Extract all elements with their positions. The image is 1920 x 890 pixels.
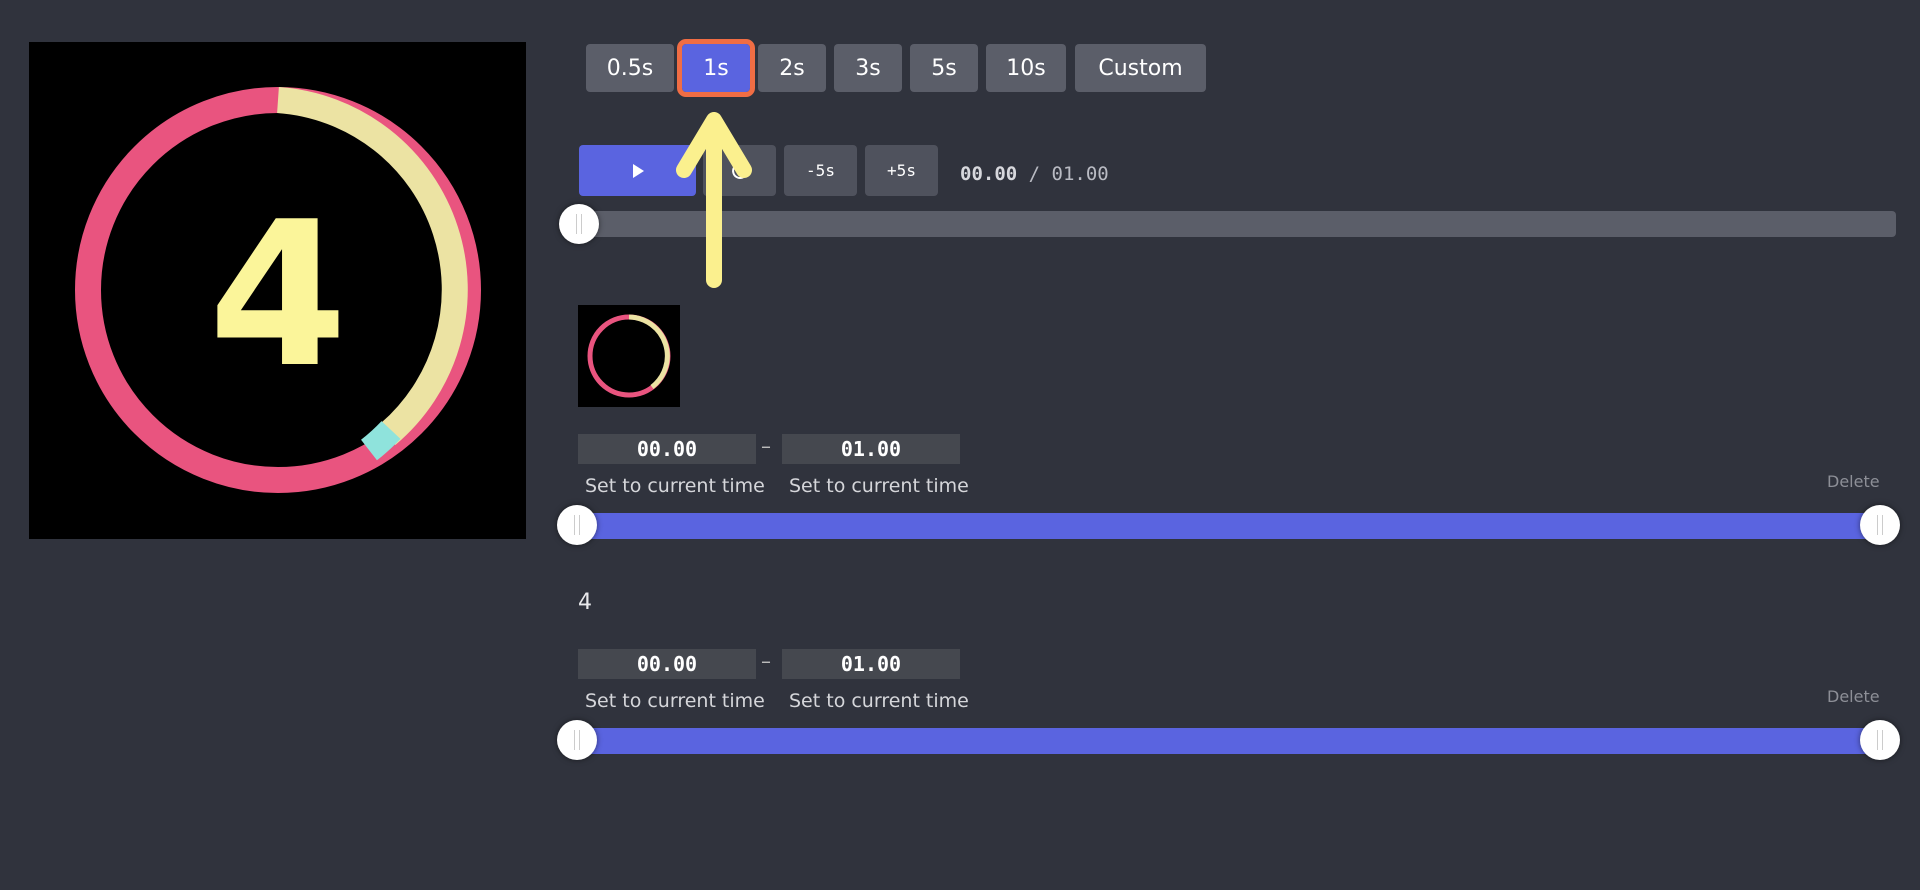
duration-5s-button[interactable]: 5s	[910, 44, 978, 92]
restart-button[interactable]	[703, 145, 776, 196]
segment-2-set-end-link[interactable]: Set to current time	[789, 690, 969, 712]
duration-2s-button[interactable]: 2s	[758, 44, 826, 92]
segment-2-end-field[interactable]: 01.00	[782, 649, 960, 679]
restart-icon	[731, 162, 748, 179]
play-icon	[632, 163, 644, 178]
segment-2-start-handle[interactable]	[557, 720, 597, 760]
playback-scrubber-handle[interactable]	[559, 204, 599, 244]
forward-5s-button[interactable]: +5s	[865, 145, 938, 196]
segment-2-dash: –	[761, 649, 771, 673]
countdown-frame: 4	[75, 87, 481, 493]
duration-3s-button[interactable]: 3s	[834, 44, 902, 92]
segment-1-set-start-link[interactable]: Set to current time	[585, 475, 765, 497]
duration-0-5s-button[interactable]: 0.5s	[586, 44, 674, 92]
back-5s-button[interactable]: -5s	[784, 145, 857, 196]
segment-1-end-field[interactable]: 01.00	[782, 434, 960, 464]
segment-2-range-slider[interactable]	[578, 728, 1880, 754]
segment-2-end-handle[interactable]	[1860, 720, 1900, 760]
total-time: 01.00	[1051, 163, 1109, 185]
segment-2-set-start-link[interactable]: Set to current time	[585, 690, 765, 712]
countdown-digit: 4	[208, 179, 347, 412]
segment-2-title: 4	[578, 590, 592, 615]
segment-1-delete-link[interactable]: Delete	[1827, 472, 1880, 491]
duration-custom-button[interactable]: Custom	[1075, 44, 1206, 92]
segment-1-start-field[interactable]: 00.00	[578, 434, 756, 464]
segment-1-dash: –	[761, 434, 771, 458]
duration-10s-button[interactable]: 10s	[986, 44, 1066, 92]
playback-scrubber[interactable]	[578, 211, 1896, 237]
video-preview: 4	[29, 42, 526, 539]
segment-1-range-slider[interactable]	[578, 513, 1880, 539]
duration-1s-button[interactable]: 1s	[677, 39, 755, 97]
segment-2-delete-link[interactable]: Delete	[1827, 687, 1880, 706]
progress-ring-tip	[360, 420, 401, 461]
segment-1-thumbnail	[578, 305, 680, 407]
segment-1-start-handle[interactable]	[557, 505, 597, 545]
play-button[interactable]	[579, 145, 696, 196]
segment-2-start-field[interactable]: 00.00	[578, 649, 756, 679]
segment-1-set-end-link[interactable]: Set to current time	[789, 475, 969, 497]
current-time: 00.00	[960, 163, 1018, 185]
segment-1-end-handle[interactable]	[1860, 505, 1900, 545]
time-readout: 00.00 / 01.00	[960, 163, 1109, 185]
time-separator: /	[1017, 163, 1052, 185]
